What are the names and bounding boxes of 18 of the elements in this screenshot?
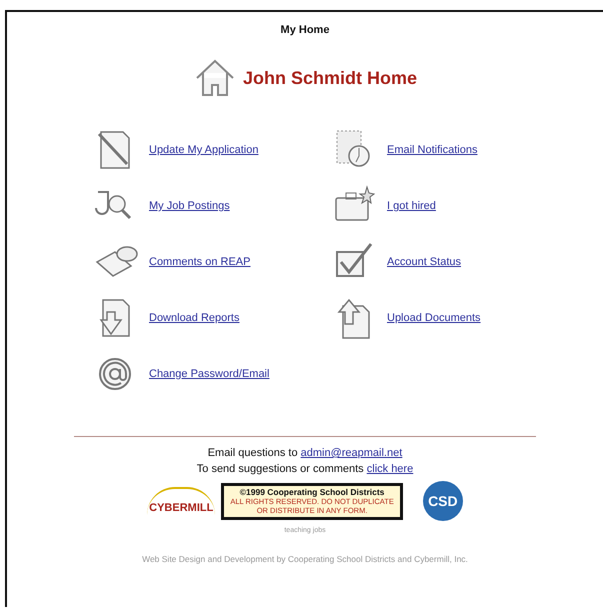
- csd-logo: CSD: [422, 481, 463, 521]
- credit-text: Web Site Design and Development by Cooperating School Districts and Cybermill, Inc.: [142, 554, 468, 564]
- window-title: My Home: [280, 24, 330, 36]
- email-text: Email questions to admin@reapmail.net: [208, 447, 402, 459]
- menu-link[interactable]: Comments on REAP: [149, 256, 250, 268]
- cybermill-logo: CYBERMILL: [147, 487, 216, 515]
- menu-link[interactable]: Upload Documents: [387, 312, 481, 324]
- menu-link[interactable]: Account Status: [387, 256, 461, 268]
- menu-link[interactable]: Update My Application: [149, 144, 258, 156]
- menu-link[interactable]: Download Reports: [149, 312, 240, 324]
- suggestions-text: To send suggestions or comments click here: [196, 463, 414, 475]
- email-link[interactable]: admin@reapmail.net: [300, 447, 402, 459]
- menu-link[interactable]: Change Password/Email: [149, 368, 270, 380]
- menu-link[interactable]: I got hired: [387, 200, 436, 212]
- click-here-link[interactable]: click here: [366, 463, 414, 475]
- page-heading: John Schmidt Home: [242, 68, 417, 88]
- menu-link[interactable]: My Job Postings: [149, 200, 230, 212]
- menu-link[interactable]: Email Notifications: [387, 144, 478, 156]
